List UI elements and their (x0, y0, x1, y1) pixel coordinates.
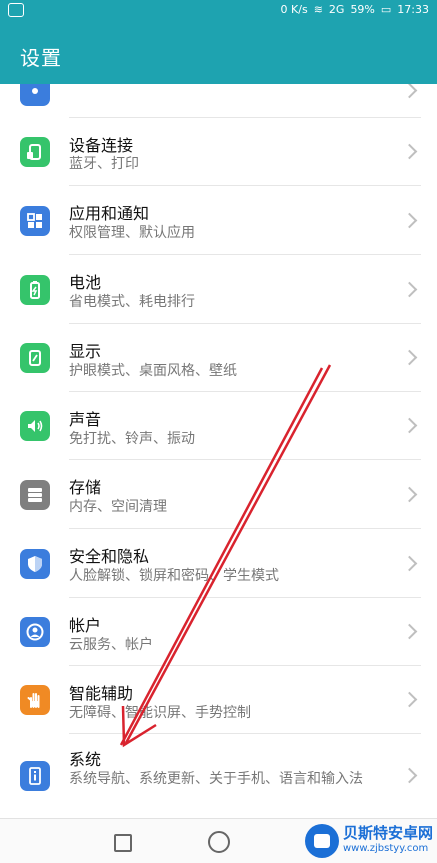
settings-list[interactable]: WLAN、双卡管理、移动网络设备连接蓝牙、打印应用和通知权限管理、默认应用电池省… (0, 84, 437, 818)
settings-item-subtitle: 人脸解锁、锁屏和密码、学生模式 (69, 568, 279, 584)
settings-item-title: 应用和通知 (69, 204, 150, 223)
chevron-right-icon (401, 486, 418, 503)
storage-icon (20, 480, 50, 510)
settings-item-accounts[interactable]: 帐户 云服务、帐户 (0, 598, 437, 666)
chevron-right-icon (401, 691, 418, 708)
chevron-right-icon (401, 212, 418, 229)
display-icon (20, 343, 50, 373)
info-icon (20, 761, 50, 791)
settings-item-apps-notifications[interactable]: 应用和通知权限管理、默认应用 (0, 186, 437, 255)
status-bar: 0 K/s ≋ 2G 59% ▭ 17:33 (0, 0, 437, 20)
apps-grid-icon (20, 206, 50, 236)
settings-item-title: 安全和隐私 (69, 547, 150, 566)
page-title: 设置 (20, 46, 62, 70)
notification-icon (8, 3, 24, 17)
settings-item-title: 设备连接 (69, 136, 134, 155)
home-button[interactable] (208, 831, 230, 853)
network-icon (20, 84, 50, 106)
settings-item-battery[interactable]: 电池省电模式、耗电排行 (0, 255, 437, 324)
settings-item-storage[interactable]: 存储 内存、空间清理 (0, 460, 437, 529)
chevron-right-icon (401, 555, 418, 572)
chevron-right-icon (401, 143, 418, 160)
chevron-right-icon (401, 349, 418, 366)
settings-item-title: 系统 (69, 750, 102, 769)
settings-item-subtitle: 护眼模式、桌面风格、壁纸 (69, 363, 237, 379)
chevron-right-icon (401, 417, 418, 434)
chevron-right-icon (401, 84, 418, 99)
shield-icon (20, 549, 50, 579)
settings-item-subtitle: 省电模式、耗电排行 (69, 294, 195, 310)
hand-icon (20, 685, 50, 715)
settings-item-subtitle: WLAN、双卡管理、移动网络 (69, 84, 381, 88)
settings-item-title: 帐户 (69, 616, 102, 635)
app-bar: 设置 (0, 20, 437, 84)
settings-item-wireless[interactable]: WLAN、双卡管理、移动网络 (0, 84, 437, 118)
chevron-right-icon (401, 767, 418, 784)
chevron-right-icon (401, 623, 418, 640)
recents-button[interactable] (114, 834, 132, 852)
account-icon (20, 617, 50, 647)
watermark-title: 贝斯特安卓网 (342, 824, 433, 842)
settings-item-subtitle: 系统导航、系统更新、关于手机、语言和输入法 (69, 771, 363, 787)
settings-item-security-privacy[interactable]: 安全和隐私人脸解锁、锁屏和密码、学生模式 (0, 529, 437, 598)
settings-item-sound[interactable]: 声音免打扰、铃声、振动 (0, 392, 437, 460)
watermark-url: www.zjbstyy.com (342, 843, 429, 854)
settings-item-title: 显示 (69, 342, 102, 361)
settings-item-title: 智能辅助 (69, 684, 134, 703)
chevron-right-icon (401, 281, 418, 298)
settings-item-smart-assistance[interactable]: 智能辅助无障碍、智能识屏、手势控制 (0, 666, 437, 734)
settings-item-subtitle: 蓝牙、打印 (69, 156, 139, 172)
watermark-logo (304, 824, 339, 858)
signal-label: 2G (328, 3, 345, 16)
watermark: 贝斯特安卓网 www.zjbstyy.com (304, 824, 433, 858)
battery-percent: 59% (350, 3, 375, 16)
clock: 17:33 (397, 3, 429, 16)
settings-item-system[interactable]: 系统系统导航、系统更新、关于手机、语言和输入法 (0, 734, 437, 818)
settings-item-subtitle: 无障碍、智能识屏、手势控制 (69, 705, 251, 721)
settings-item-subtitle: 免打扰、铃声、振动 (69, 431, 195, 447)
wifi-icon: ≋ (313, 3, 323, 16)
settings-item-subtitle: 权限管理、默认应用 (69, 225, 195, 241)
speaker-icon (20, 411, 50, 441)
battery-icon (20, 275, 50, 305)
battery-status-icon: ▭ (380, 3, 392, 16)
settings-item-title: 存储 (69, 478, 102, 497)
settings-item-display[interactable]: 显示护眼模式、桌面风格、壁纸 (0, 324, 437, 392)
settings-item-subtitle: 内存、空间清理 (69, 499, 167, 515)
net-speed: 0 K/s (280, 3, 308, 16)
settings-item-device-connection[interactable]: 设备连接 蓝牙、打印 (0, 118, 437, 186)
settings-item-title: 声音 (69, 410, 102, 429)
settings-item-title: 电池 (69, 273, 102, 292)
device-connection-icon (20, 137, 50, 167)
settings-item-subtitle: 云服务、帐户 (69, 637, 153, 653)
